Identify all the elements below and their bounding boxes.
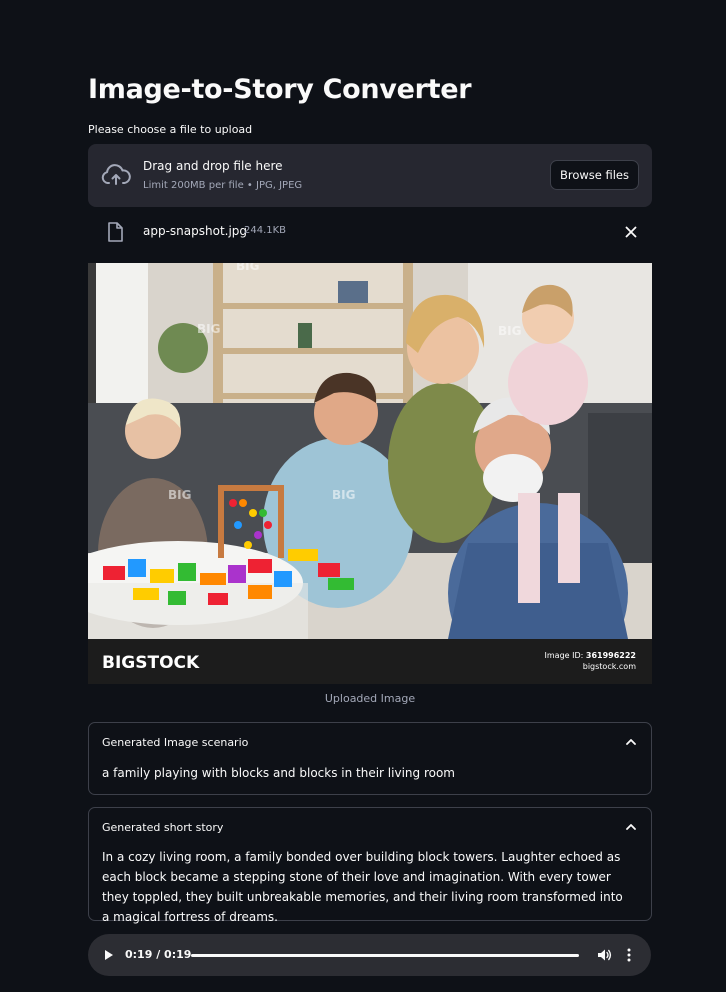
image-caption: Uploaded Image [324,692,416,705]
file-size: 244.1KB [244,225,287,236]
dropzone-title: Drag and drop file here [143,159,283,173]
file-uploader-label: Please choose a file to upload [88,123,253,136]
watermark-text: BIG [332,488,355,502]
image-id-label: Image ID: [545,651,584,660]
volume-icon[interactable] [597,948,612,962]
brand-logo: BIGSTOCK [102,653,200,673]
audio-time: 0:19 / 0:19 [125,948,192,961]
file-icon [108,222,123,242]
watermark-text: BIG [168,488,191,502]
chevron-up-icon[interactable] [625,822,637,832]
story-text: In a cozy living room, a family bonded o… [102,850,623,924]
audio-player[interactable]: 0:19 / 0:19 [88,934,651,976]
dropzone-limit-hint: Limit 200MB per file • JPG, JPEG [143,180,303,191]
story-expander-header[interactable]: Generated short story [102,821,223,834]
uploaded-file-item: app-snapshot.jpg 244.1KB [88,216,652,248]
file-name: app-snapshot.jpg [143,224,248,238]
browse-files-button[interactable]: Browse files [549,160,639,190]
file-dropzone[interactable]: Drag and drop file here Limit 200MB per … [88,144,652,207]
uploaded-image: BIG BIG BIG BIG BIG BIGSTOCK Image ID: 3… [88,263,652,684]
scenario-text: a family playing with blocks and blocks … [102,766,455,780]
scenario-expander[interactable]: Generated Image scenario a family playin… [88,722,652,795]
family-photo: BIG BIG BIG BIG BIG BIGSTOCK Image ID: 3… [88,263,652,684]
more-options-icon[interactable] [627,948,631,962]
cloud-upload-icon [101,164,131,185]
image-id: 361996222 [586,651,636,660]
close-icon[interactable] [624,225,638,239]
image-source-site: bigstock.com [583,662,636,671]
svg-text:Image ID: 361996222: Image ID: 361996222 [545,651,636,660]
page-title: Image-to-Story Converter [88,74,472,105]
watermark-text: BIG [236,263,259,273]
audio-progress-bar[interactable] [191,954,579,957]
story-expander[interactable]: Generated short story In a cozy living r… [88,807,652,924]
play-icon[interactable] [104,949,114,961]
chevron-up-icon[interactable] [625,737,637,747]
scenario-expander-header[interactable]: Generated Image scenario [102,736,248,749]
app-page: Image-to-Story Converter Please choose a… [0,0,726,992]
watermark-text: BIG [498,324,521,338]
watermark-text: BIG [197,322,220,336]
